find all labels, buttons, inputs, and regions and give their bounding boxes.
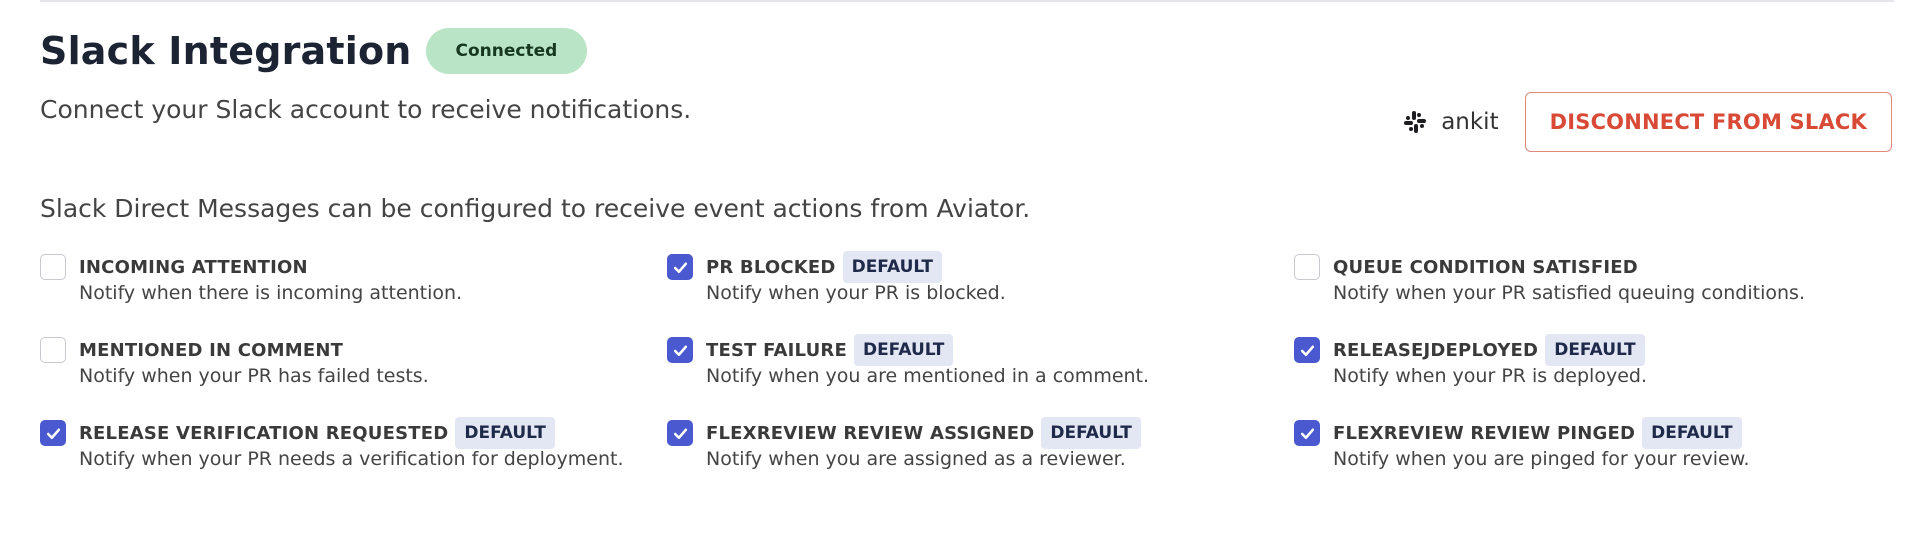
event-title-row: RELEASE VERIFICATION REQUESTED DEFAULT: [79, 417, 624, 449]
event-setting-item: FLEXREVIEW REVIEW PINGED DEFAULT Notify wh…: [1294, 417, 1854, 470]
status-badge: Connected: [425, 28, 588, 74]
event-title-row: RELEASEJDEPLOYED DEFAULT: [1333, 334, 1647, 366]
event-checkbox[interactable]: [667, 337, 693, 363]
event-setting-item: QUEUE CONDITION SATISFIED Notify when you…: [1294, 252, 1854, 304]
event-checkbox[interactable]: [40, 420, 66, 446]
event-text: FLEXREVIEW REVIEW ASSIGNED DEFAULT Notify …: [706, 417, 1141, 470]
checkmark-icon: [1300, 345, 1314, 356]
default-badge: DEFAULT: [1642, 417, 1742, 449]
event-title: RELEASE VERIFICATION REQUESTED: [79, 422, 449, 444]
slack-account: ankit DISCONNECT FROM SLACK: [1403, 92, 1892, 152]
event-title: TEST FAILURE: [706, 339, 847, 361]
event-text: RELEASEJDEPLOYED DEFAULT Notify when your …: [1333, 334, 1647, 387]
event-setting-item: INCOMING ATTENTION Notify when there is i…: [40, 252, 667, 304]
slack-icon: [1403, 110, 1427, 134]
event-checkbox[interactable]: [40, 254, 66, 280]
event-setting-item: MENTIONED IN COMMENT Notify when your PR …: [40, 335, 667, 387]
page-title: Slack Integration: [40, 29, 412, 73]
event-setting-item: TEST FAILURE DEFAULT Notify when you are m…: [667, 334, 1294, 387]
event-checkbox[interactable]: [40, 337, 66, 363]
event-title: MENTIONED IN COMMENT: [79, 339, 344, 361]
section-divider: [40, 0, 1894, 2]
event-setting-item: RELEASE VERIFICATION REQUESTED DEFAULT Not…: [40, 417, 667, 470]
event-text: MENTIONED IN COMMENT Notify when your PR …: [79, 335, 429, 388]
event-title: INCOMING ATTENTION: [79, 256, 308, 278]
event-title-row: PR BLOCKED DEFAULT: [706, 251, 1006, 283]
page-subtitle: Connect your Slack account to receive no…: [40, 95, 692, 124]
event-title: PR BLOCKED: [706, 256, 836, 278]
event-title: QUEUE CONDITION SATISFIED: [1333, 256, 1638, 278]
event-title: FLEXREVIEW REVIEW ASSIGNED: [706, 422, 1035, 444]
checkmark-icon: [673, 345, 687, 356]
event-checkbox[interactable]: [667, 254, 693, 280]
disconnect-slack-button[interactable]: DISCONNECT FROM SLACK: [1524, 92, 1892, 152]
event-title: RELEASEJDEPLOYED: [1333, 339, 1539, 361]
event-description: Notify when your PR needs a verification…: [79, 448, 624, 470]
event-description: Notify when your PR is blocked.: [706, 282, 1006, 304]
default-badge: DEFAULT: [842, 251, 943, 283]
event-checkbox[interactable]: [1294, 420, 1320, 446]
event-setting-item: PR BLOCKED DEFAULT Notify when your PR is …: [667, 251, 1294, 304]
event-text: PR BLOCKED DEFAULT Notify when your PR is …: [706, 251, 1006, 304]
checkmark-icon: [46, 428, 60, 439]
event-title-row: FLEXREVIEW REVIEW PINGED DEFAULT: [1333, 417, 1750, 449]
event-setting-item: FLEXREVIEW REVIEW ASSIGNED DEFAULT Notify …: [667, 417, 1294, 470]
event-text: INCOMING ATTENTION Notify when there is i…: [79, 252, 463, 305]
checkmark-icon: [673, 262, 687, 273]
default-badge: DEFAULT: [853, 334, 954, 366]
event-title-row: TEST FAILURE DEFAULT: [706, 334, 1149, 366]
event-description: Notify when your PR satisfied queuing co…: [1333, 282, 1805, 304]
event-title-row: FLEXREVIEW REVIEW ASSIGNED DEFAULT: [706, 417, 1141, 449]
event-text: RELEASE VERIFICATION REQUESTED DEFAULT Not…: [79, 417, 624, 470]
event-title-row: INCOMING ATTENTION: [79, 252, 462, 282]
event-description: Notify when your PR has failed tests.: [79, 365, 429, 387]
event-text: TEST FAILURE DEFAULT Notify when you are m…: [706, 334, 1150, 387]
slack-username: ankit: [1441, 109, 1499, 135]
dm-description: Slack Direct Messages can be configured …: [40, 194, 1031, 223]
event-checkbox[interactable]: [667, 420, 693, 446]
event-checkbox[interactable]: [1294, 254, 1320, 280]
event-description: Notify when you are mentioned in a comme…: [706, 365, 1150, 387]
default-badge: DEFAULT: [1545, 334, 1645, 366]
event-description: Notify when you are pinged for your revi…: [1333, 448, 1750, 470]
event-checkbox[interactable]: [1294, 337, 1320, 363]
event-settings-grid: INCOMING ATTENTION Notify when there is i…: [40, 251, 1854, 470]
event-setting-item: RELEASEJDEPLOYED DEFAULT Notify when your …: [1294, 334, 1854, 387]
checkmark-icon: [673, 428, 687, 439]
event-description: Notify when you are assigned as a review…: [706, 448, 1126, 470]
checkmark-icon: [1300, 428, 1314, 439]
default-badge: DEFAULT: [455, 417, 555, 449]
event-title-row: MENTIONED IN COMMENT: [79, 335, 429, 365]
event-title-row: QUEUE CONDITION SATISFIED: [1333, 252, 1805, 282]
event-text: QUEUE CONDITION SATISFIED Notify when you…: [1333, 252, 1805, 305]
page-header: Slack Integration Connected: [40, 28, 588, 74]
event-description: Notify when your PR is deployed.: [1333, 365, 1647, 387]
default-badge: DEFAULT: [1041, 417, 1141, 449]
event-description: Notify when there is incoming attention.: [79, 282, 463, 304]
event-text: FLEXREVIEW REVIEW PINGED DEFAULT Notify wh…: [1333, 417, 1750, 470]
event-title: FLEXREVIEW REVIEW PINGED: [1333, 422, 1636, 444]
